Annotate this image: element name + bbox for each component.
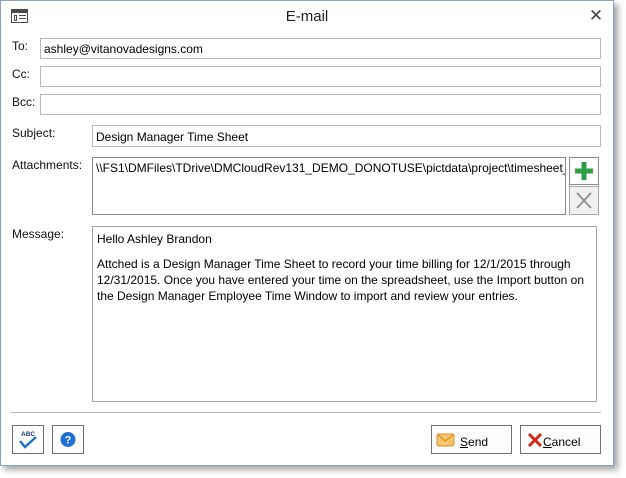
subject-field[interactable]: Design Manager Time Sheet bbox=[92, 125, 601, 147]
help-button[interactable]: ? bbox=[52, 425, 84, 454]
subject-label: Subject: bbox=[12, 126, 56, 140]
send-label: Send bbox=[460, 435, 489, 449]
message-text: Attched is a Design Manager Time Sheet t… bbox=[97, 257, 584, 303]
footer-divider bbox=[11, 412, 601, 413]
message-greeting: Hello Ashley Brandon bbox=[97, 232, 212, 246]
cc-field[interactable] bbox=[40, 66, 601, 87]
cc-label: Cc: bbox=[12, 67, 30, 81]
send-button[interactable]: Send bbox=[431, 425, 512, 454]
title-bar: E-mail ✕ bbox=[1, 1, 613, 31]
email-dialog: E-mail ✕ To: ashley@vitanovadesigns.com … bbox=[0, 0, 614, 466]
svg-text:?: ? bbox=[65, 435, 72, 447]
help-icon: ? bbox=[60, 432, 76, 447]
to-label: To: bbox=[12, 39, 29, 53]
cancel-label: Cancel bbox=[543, 435, 581, 449]
spell-check-icon: ABC bbox=[19, 431, 37, 449]
message-label: Message: bbox=[12, 227, 65, 241]
attachments-label: Attachments: bbox=[12, 158, 83, 172]
message-body[interactable]: Hello Ashley Brandon Attched is a Design… bbox=[92, 226, 597, 402]
x-icon bbox=[576, 192, 592, 209]
cancel-button[interactable]: Cancel bbox=[520, 425, 601, 454]
remove-attachment-button[interactable] bbox=[569, 186, 599, 215]
spell-check-abc-text: ABC bbox=[21, 431, 35, 438]
envelope-icon bbox=[436, 433, 455, 447]
plus-icon bbox=[575, 162, 593, 180]
attachments-list[interactable]: \\FS1\DMFiles\TDrive\DMCloudRev131_DEMO_… bbox=[92, 157, 566, 215]
bcc-field[interactable] bbox=[40, 94, 601, 115]
window-title: E-mail bbox=[285, 8, 329, 25]
to-field[interactable]: ashley@vitanovadesigns.com bbox=[40, 38, 601, 59]
close-icon[interactable]: ✕ bbox=[587, 7, 605, 25]
spell-check-button[interactable]: ABC bbox=[12, 425, 44, 454]
add-attachment-button[interactable] bbox=[569, 157, 599, 185]
cancel-x-icon bbox=[527, 432, 543, 448]
bcc-label: Bcc: bbox=[12, 95, 36, 109]
